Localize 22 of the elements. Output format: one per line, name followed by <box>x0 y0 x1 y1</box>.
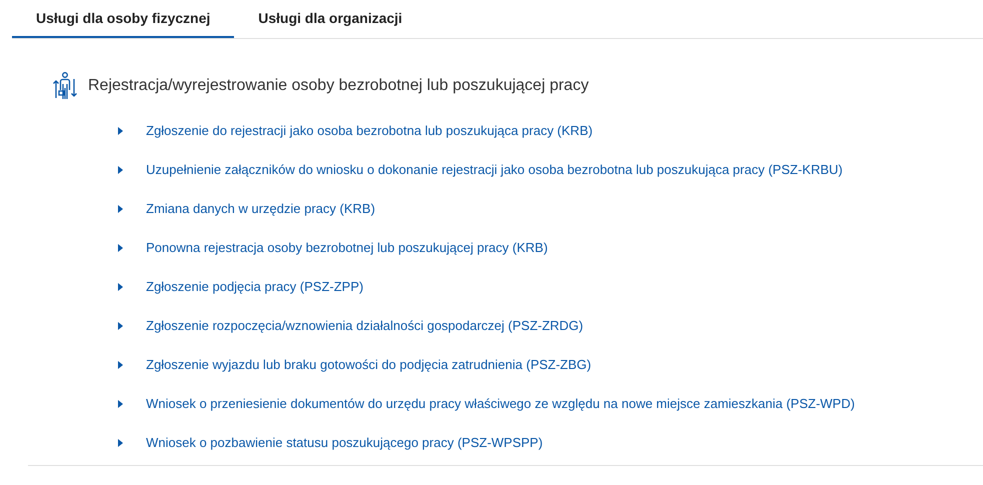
service-link[interactable]: Uzupełnienie załączników do wniosku o dokonanie rejestracji jako osoba bezrobotna lub poszukująca pracy (PSZ-KRBU) <box>146 162 843 177</box>
caret-icon <box>118 244 123 252</box>
service-link[interactable]: Wniosek o pozbawienie statusu poszukującego pracy (PSZ-WPSPP) <box>146 435 543 450</box>
service-link[interactable]: Zgłoszenie podjęcia pracy (PSZ-ZPP) <box>146 279 364 294</box>
tab[interactable]: Usługi dla osoby fizycznej <box>12 0 234 38</box>
caret-icon <box>118 204 123 212</box>
caret-icon <box>118 282 123 290</box>
service-link[interactable]: Ponowna rejestracja osoby bezrobotnej lub poszukującej pracy (KRB) <box>146 240 548 255</box>
service-link[interactable]: Wniosek o przeniesienie dokumentów do urzędu pracy właściwego ze względu na nowe miejsce zamieszkania (PSZ-WPD) <box>146 396 855 411</box>
caret-icon <box>118 322 123 330</box>
service-link[interactable]: Zgłoszenie wyjazdu lub braku gotowości do podjęcia zatrudnienia (PSZ-ZBG) <box>146 357 592 372</box>
caret-icon <box>118 438 123 446</box>
tab[interactable]: Usługi dla organizacji <box>234 0 426 38</box>
caret-icon <box>118 126 123 134</box>
service-link[interactable]: Zgłoszenie rozpoczęcia/wznowienia działalności gospodarczej (PSZ-ZRDG) <box>146 318 584 333</box>
service-link[interactable]: Zgłoszenie do rejestracji jako osoba bezrobotna lub poszukująca pracy (KRB) <box>146 123 593 138</box>
caret-icon <box>118 400 123 408</box>
service-link[interactable]: Zmiana danych w urzędzie pracy (KRB) <box>146 201 376 216</box>
person-arrows-icon <box>52 72 78 100</box>
caret-icon <box>118 166 123 174</box>
caret-icon <box>118 360 123 368</box>
section-title: Rejestracja/wyrejestrowanie osoby bezrobotnej lub poszukującej pracy <box>88 77 589 95</box>
